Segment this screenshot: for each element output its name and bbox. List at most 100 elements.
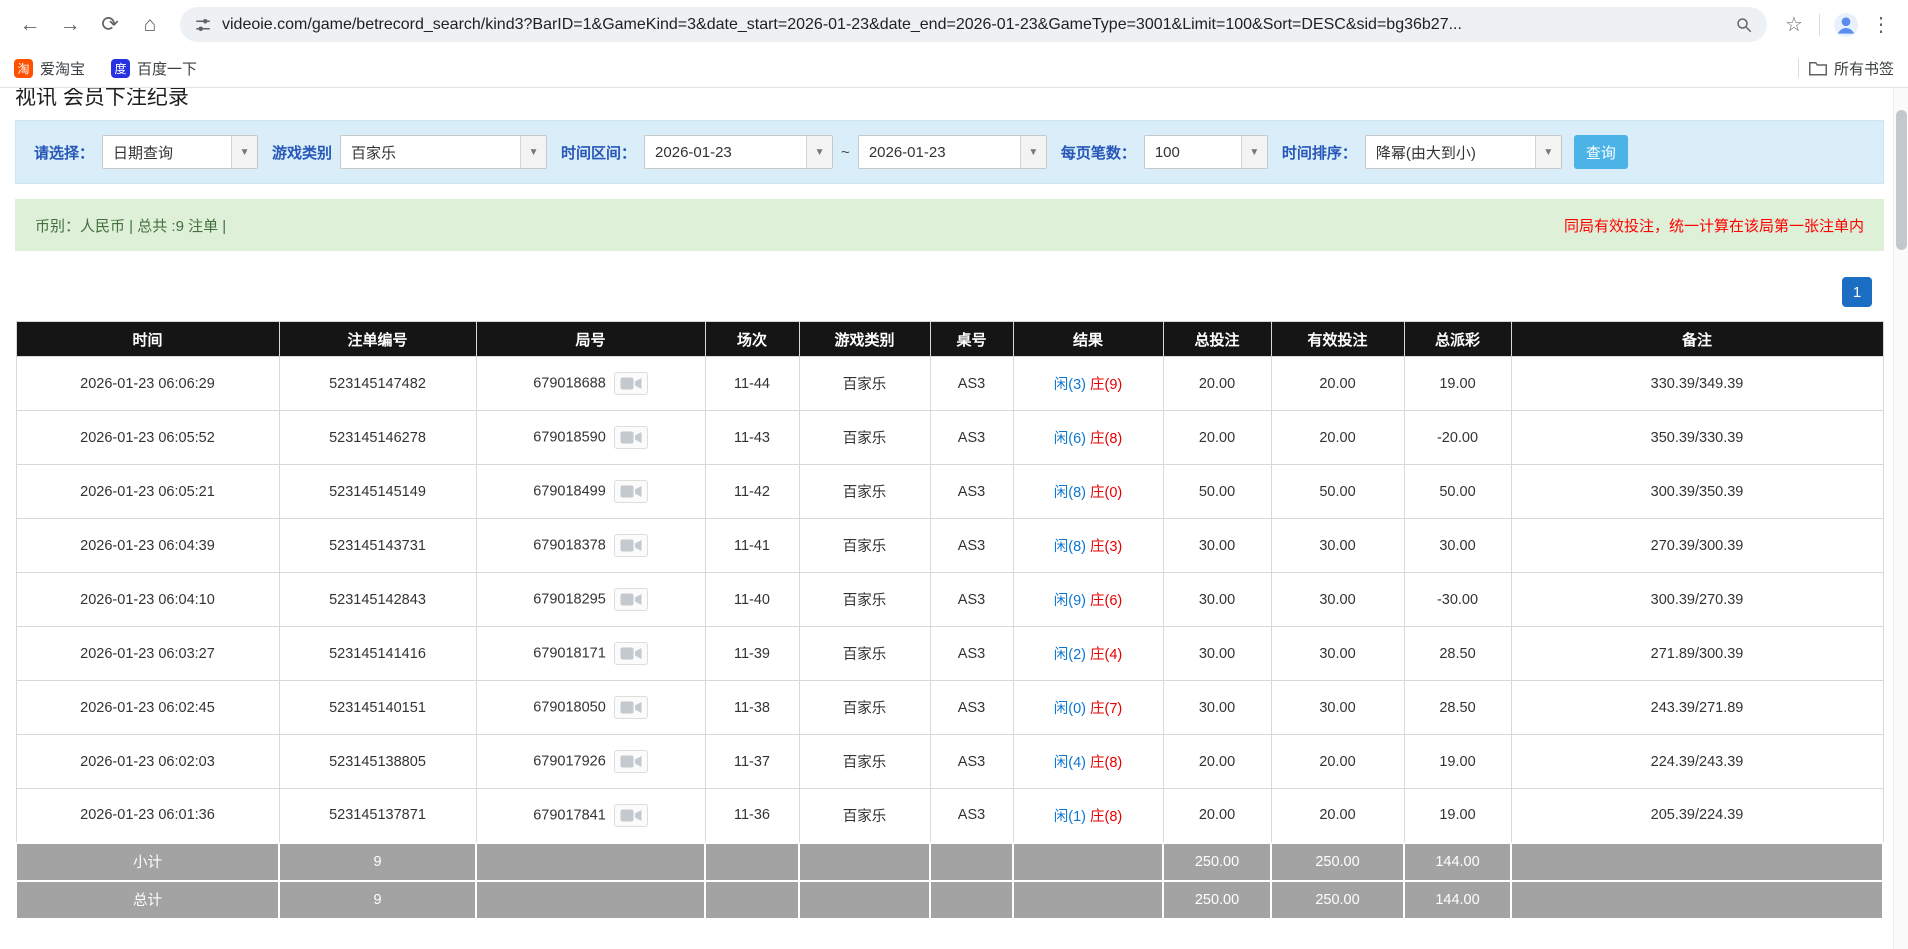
page-content: 视讯 会员下注纪录 请选择： 日期查询 ▼ 游戏类别 百家乐 ▼ 时间区间： 2… bbox=[0, 88, 1908, 920]
site-settings-icon[interactable] bbox=[194, 16, 212, 34]
table-row: 2026-01-23 06:03:27 523145141416 6790181… bbox=[16, 627, 1883, 681]
cell-time: 2026-01-23 06:03:27 bbox=[16, 627, 279, 681]
video-replay-button[interactable] bbox=[614, 696, 648, 719]
chevron-down-icon[interactable]: ▼ bbox=[231, 136, 257, 168]
page-scrollbar[interactable] bbox=[1893, 88, 1908, 949]
bookmark-taobao[interactable]: 淘 爱淘宝 bbox=[14, 58, 85, 79]
total-label: 总计 bbox=[16, 881, 279, 919]
result-player: 闲(3) bbox=[1054, 377, 1086, 393]
cell-time: 2026-01-23 06:02:03 bbox=[16, 735, 279, 789]
video-replay-button[interactable] bbox=[614, 750, 648, 773]
cell-bet-id: 523145145149 bbox=[279, 465, 476, 519]
query-type-combobox[interactable]: 日期查询 ▼ bbox=[102, 135, 258, 169]
cell-note: 271.89/300.39 bbox=[1511, 627, 1883, 681]
cell-time: 2026-01-23 06:05:21 bbox=[16, 465, 279, 519]
total-bet-link[interactable]: 50.00 bbox=[1163, 465, 1271, 519]
back-button[interactable]: ← bbox=[10, 5, 50, 45]
date-end-input[interactable]: 2026-01-23 ▼ bbox=[858, 135, 1047, 169]
result-banker: 庄(6) bbox=[1090, 593, 1122, 609]
cell-result: 闲(1) 庄(8) bbox=[1013, 789, 1163, 843]
cell-result: 闲(9) 庄(6) bbox=[1013, 573, 1163, 627]
chevron-down-icon[interactable]: ▼ bbox=[1535, 136, 1561, 168]
table-body: 2026-01-23 06:06:29 523145147482 6790186… bbox=[16, 357, 1883, 843]
folder-icon bbox=[1809, 60, 1827, 76]
cell-round: 679017841 bbox=[476, 789, 705, 843]
total-bet-link[interactable]: 20.00 bbox=[1163, 735, 1271, 789]
search-button[interactable]: 查询 bbox=[1574, 135, 1628, 169]
cell-game-type: 百家乐 bbox=[799, 573, 930, 627]
bookmarks-divider bbox=[1798, 58, 1799, 78]
video-replay-button[interactable] bbox=[614, 480, 648, 503]
total-bet-link[interactable]: 20.00 bbox=[1163, 357, 1271, 411]
forward-button[interactable]: → bbox=[50, 5, 90, 45]
table-row: 2026-01-23 06:02:45 523145140151 6790180… bbox=[16, 681, 1883, 735]
video-replay-button[interactable] bbox=[614, 372, 648, 395]
notice-text: 同局有效投注，统一计算在该局第一张注单内 bbox=[1564, 215, 1864, 236]
page-number-button[interactable]: 1 bbox=[1842, 277, 1872, 307]
scrollbar-thumb[interactable] bbox=[1896, 110, 1907, 250]
summary-bar: 币别：人民币 | 总共 :9 注单 | 同局有效投注，统一计算在该局第一张注单内 bbox=[15, 199, 1884, 251]
bookmark-baidu[interactable]: 度 百度一下 bbox=[111, 58, 197, 79]
column-header: 桌号 bbox=[930, 322, 1013, 357]
video-replay-button[interactable] bbox=[614, 588, 648, 611]
cell-time: 2026-01-23 06:05:52 bbox=[16, 411, 279, 465]
video-replay-button[interactable] bbox=[614, 534, 648, 557]
zoom-icon[interactable] bbox=[1735, 16, 1753, 34]
total-bet-link[interactable]: 30.00 bbox=[1163, 573, 1271, 627]
video-replay-button[interactable] bbox=[614, 426, 648, 449]
total-bet-link[interactable]: 30.00 bbox=[1163, 627, 1271, 681]
video-replay-button[interactable] bbox=[614, 804, 648, 827]
cell-session: 11-43 bbox=[705, 411, 799, 465]
bookmark-label: 百度一下 bbox=[137, 58, 197, 79]
subtotal-total-bet: 250.00 bbox=[1163, 843, 1271, 881]
empty-cell bbox=[1013, 843, 1163, 881]
round-number: 679018171 bbox=[533, 645, 606, 661]
chevron-down-icon[interactable]: ▼ bbox=[520, 136, 546, 168]
cell-table-number: AS3 bbox=[930, 465, 1013, 519]
date-start-input[interactable]: 2026-01-23 ▼ bbox=[644, 135, 833, 169]
address-bar[interactable]: videoie.com/game/betrecord_search/kind3?… bbox=[180, 7, 1767, 42]
cell-valid-bet: 30.00 bbox=[1271, 573, 1404, 627]
browser-toolbar: ← → ⟳ ⌂ videoie.com/game/betrecord_searc… bbox=[0, 0, 1908, 49]
cell-session: 11-41 bbox=[705, 519, 799, 573]
sort-order-combobox[interactable]: 降幂(由大到小) ▼ bbox=[1365, 135, 1562, 169]
cell-bet-id: 523145143731 bbox=[279, 519, 476, 573]
total-bet-link[interactable]: 30.00 bbox=[1163, 681, 1271, 735]
result-banker: 庄(9) bbox=[1090, 377, 1122, 393]
page-size-combobox[interactable]: 100 ▼ bbox=[1144, 135, 1268, 169]
cell-payout: -20.00 bbox=[1404, 411, 1511, 465]
game-type-combobox[interactable]: 百家乐 ▼ bbox=[340, 135, 547, 169]
cell-result: 闲(8) 庄(0) bbox=[1013, 465, 1163, 519]
cell-game-type: 百家乐 bbox=[799, 681, 930, 735]
url-text: videoie.com/game/betrecord_search/kind3?… bbox=[222, 16, 1735, 34]
column-header: 总投注 bbox=[1163, 322, 1271, 357]
all-bookmarks-button[interactable]: 所有书签 bbox=[1809, 58, 1894, 79]
total-valid-bet: 250.00 bbox=[1271, 881, 1404, 919]
video-replay-button[interactable] bbox=[614, 642, 648, 665]
cell-table-number: AS3 bbox=[930, 573, 1013, 627]
cell-result: 闲(0) 庄(7) bbox=[1013, 681, 1163, 735]
chevron-down-icon[interactable]: ▼ bbox=[806, 136, 832, 168]
query-type-value: 日期查询 bbox=[103, 136, 231, 168]
chevron-down-icon[interactable]: ▼ bbox=[1020, 136, 1046, 168]
cell-payout: 19.00 bbox=[1404, 357, 1511, 411]
cell-round: 679018590 bbox=[476, 411, 705, 465]
browser-menu-icon[interactable]: ⋮ bbox=[1864, 8, 1898, 42]
cell-round: 679018050 bbox=[476, 681, 705, 735]
reload-button[interactable]: ⟳ bbox=[90, 5, 130, 45]
home-button[interactable]: ⌂ bbox=[130, 5, 170, 45]
total-bet-link[interactable]: 30.00 bbox=[1163, 519, 1271, 573]
chevron-down-icon[interactable]: ▼ bbox=[1241, 136, 1267, 168]
empty-cell bbox=[476, 843, 705, 881]
all-bookmarks-label: 所有书签 bbox=[1834, 58, 1894, 79]
result-banker: 庄(3) bbox=[1090, 539, 1122, 555]
column-header: 有效投注 bbox=[1271, 322, 1404, 357]
bookmark-star-icon[interactable]: ☆ bbox=[1777, 8, 1811, 42]
taobao-icon: 淘 bbox=[14, 59, 33, 78]
round-number: 679018499 bbox=[533, 483, 606, 499]
profile-avatar[interactable] bbox=[1828, 7, 1864, 43]
subtotal-payout: 144.00 bbox=[1404, 843, 1511, 881]
total-bet-link[interactable]: 20.00 bbox=[1163, 789, 1271, 843]
total-bet-link[interactable]: 20.00 bbox=[1163, 411, 1271, 465]
cell-result: 闲(2) 庄(4) bbox=[1013, 627, 1163, 681]
